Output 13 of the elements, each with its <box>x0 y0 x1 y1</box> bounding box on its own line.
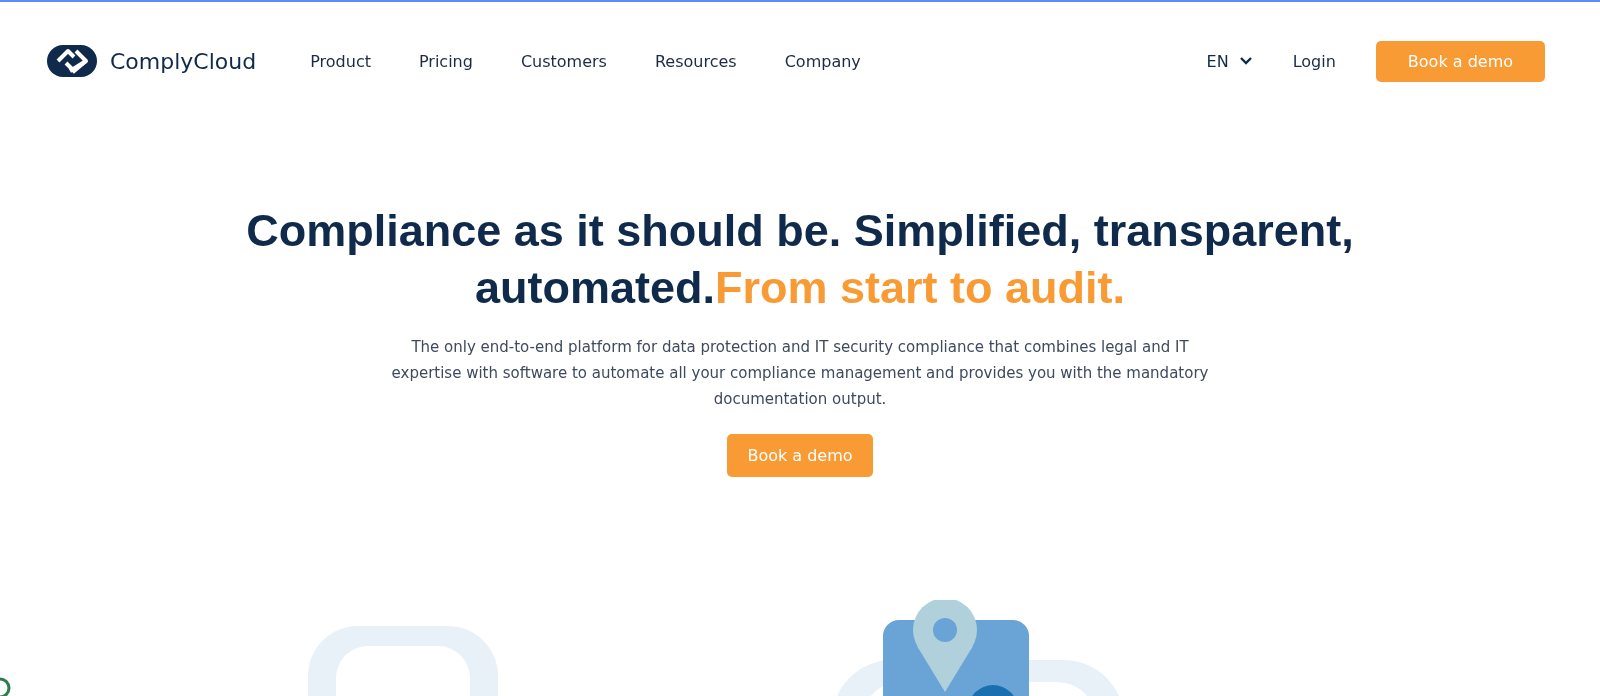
badge-icon <box>0 676 12 696</box>
language-selector[interactable]: EN <box>1206 51 1253 71</box>
brand-name[interactable]: ComplyCloud <box>110 48 257 74</box>
nav-link[interactable]: Customers <box>520 51 607 71</box>
hero-description: The only end-to-end platform for data protection and IT security compliance that combines legal and IT expertise with software to automate all your compliance management and provides you with the mandatory documentation output. <box>390 337 1210 410</box>
nav-link[interactable]: Pricing <box>418 51 473 71</box>
logo-icon <box>46 44 98 78</box>
nav-link[interactable]: Resources <box>654 51 737 71</box>
hero-headline: Compliance as it should be. Simplified, transparent, automated.From start to audit. <box>246 204 1354 315</box>
chevron-down-icon <box>1238 56 1253 66</box>
nav-link[interactable]: Product <box>310 51 371 71</box>
nav-link[interactable]: Company <box>784 51 861 71</box>
login-link[interactable]: Login <box>1292 51 1336 71</box>
